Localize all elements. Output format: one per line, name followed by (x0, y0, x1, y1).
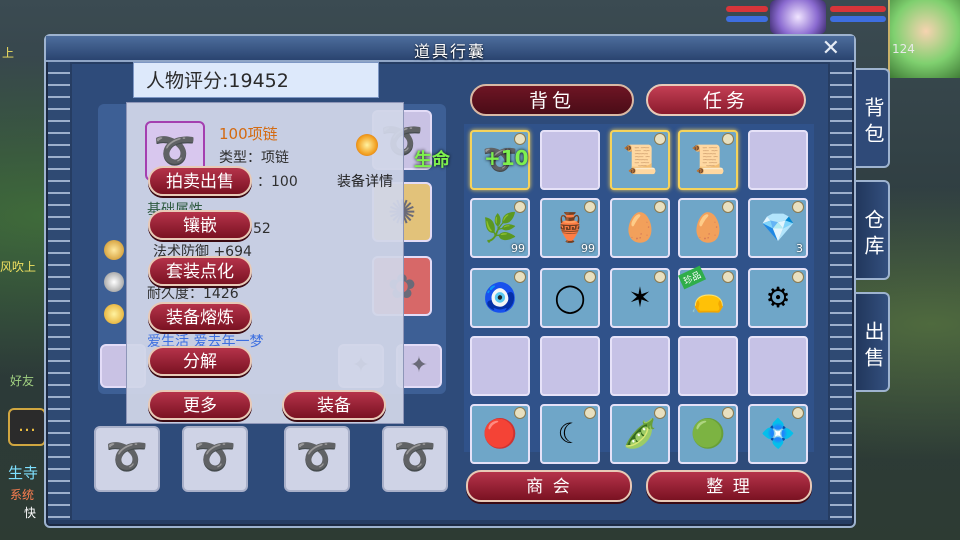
sidetab-sell[interactable]: 出售 (856, 292, 890, 392)
inventory-cell[interactable] (678, 336, 738, 396)
close-icon[interactable]: ✕ (822, 36, 840, 61)
necklace-slot[interactable]: ➰ (182, 426, 248, 492)
inventory-cell[interactable]: ⚙ (748, 268, 808, 328)
inventory-cell[interactable] (610, 336, 670, 396)
tab-bag[interactable]: 背包 (470, 84, 634, 116)
chat-icon[interactable]: … (8, 408, 46, 446)
bind-lock-icon (654, 407, 666, 419)
sort-button[interactable]: 整 理 (646, 470, 812, 502)
bind-lock-icon (654, 271, 666, 283)
inventory-cell[interactable]: ◯ (540, 268, 600, 328)
bind-lock-icon (792, 201, 804, 213)
bind-lock-icon (514, 407, 526, 419)
pet-portrait[interactable] (770, 0, 826, 34)
item-quantity: 99 (511, 242, 525, 255)
inventory-cell[interactable] (748, 130, 808, 190)
inventory-cell[interactable]: 🧿 (470, 268, 530, 328)
inventory-cell[interactable]: 🫛 (610, 404, 670, 464)
inventory-cell[interactable]: 🟢 (678, 404, 738, 464)
inventory-cell[interactable]: 💠 (748, 404, 808, 464)
bind-lock-icon (722, 407, 734, 419)
inlay-button[interactable]: 镶嵌 (148, 210, 252, 240)
bind-lock-icon (584, 407, 596, 419)
player-hp-bar (830, 6, 886, 12)
character-score: 人物评分:19452 (133, 62, 379, 98)
bind-lock-icon (722, 133, 734, 145)
smelt-button[interactable]: 装备熔炼 (148, 302, 252, 332)
bind-lock-icon (654, 201, 666, 213)
bind-lock-icon (514, 271, 526, 283)
necklace-slot[interactable]: ➰ (94, 426, 160, 492)
silver-coin-icon (104, 272, 124, 292)
inventory-cell[interactable]: 📜 (678, 130, 738, 190)
bg-text: 快 (24, 506, 37, 520)
bind-lock-icon (722, 271, 734, 283)
player-level: 124 (892, 42, 915, 56)
bg-text: 系统 (10, 488, 35, 502)
inventory-cell[interactable]: 🥚 (678, 198, 738, 258)
bg-text: 生寺 (8, 464, 39, 482)
inventory-cell[interactable]: 💎 3 (748, 198, 808, 258)
item-name: 100项链 (219, 125, 278, 143)
durability-line: 耐久度：1426 (147, 286, 239, 302)
score-label: 人物评分: (146, 70, 229, 92)
bind-lock-icon (584, 271, 596, 283)
bind-lock-icon (514, 133, 526, 145)
tab-task[interactable]: 任务 (646, 84, 806, 116)
bind-lock-icon (792, 271, 804, 283)
bind-lock-icon (792, 407, 804, 419)
inventory-cell[interactable] (748, 336, 808, 396)
shop-button[interactable]: 商 会 (466, 470, 632, 502)
inventory-grid: ➰ 📜 📜 🌿 99 🏺 99 🥚 🥚 💎 3 🧿 ◯ ✶ 👝 珍品 ⚙ 🔴 ☾ 🫛 🟢 💠 +10 (464, 124, 814, 464)
inventory-cell[interactable]: 🥚 (610, 198, 670, 258)
equip-button[interactable]: 装备 (282, 390, 386, 420)
bg-text: 好友 (10, 374, 35, 388)
window-titlebar: 道具行囊 ✕ (46, 36, 854, 62)
hp-bar (726, 6, 768, 12)
inventory-cell[interactable]: 📜 (610, 130, 670, 190)
item-detail-link[interactable]: 装备详情 (337, 171, 393, 191)
player-portrait[interactable]: 124 (888, 0, 960, 78)
necklace-slot[interactable]: ➰ (382, 426, 448, 492)
inventory-cell[interactable]: ☾ (540, 404, 600, 464)
inventory-cell[interactable]: ✶ (610, 268, 670, 328)
inventory-cell[interactable]: 🌿 99 (470, 198, 530, 258)
player-mp-bar (830, 16, 886, 22)
sidetab-warehouse[interactable]: 仓库 (856, 180, 890, 280)
necklace-slot[interactable]: ➰ (284, 426, 350, 492)
inventory-cell[interactable]: 👝 珍品 (677, 265, 738, 328)
score-value: 19452 (228, 70, 289, 92)
inventory-cell[interactable] (540, 336, 600, 396)
set-enchant-button[interactable]: 套装点化 (148, 256, 252, 286)
more-button[interactable]: 更多 (148, 390, 252, 420)
auction-button[interactable]: 拍卖出售 (148, 166, 252, 196)
item-level: ：100 (257, 174, 298, 190)
bg-text: 上 (2, 46, 15, 60)
bind-lock-icon (584, 201, 596, 213)
mp-bar (726, 16, 768, 22)
inventory-cell[interactable] (540, 130, 600, 190)
inventory-cell[interactable]: 🏺 99 (540, 198, 600, 258)
inventory-cell[interactable]: 🔴 (470, 404, 530, 464)
item-quantity: 3 (796, 242, 803, 255)
bind-lock-icon (722, 201, 734, 213)
inventory-cell[interactable] (470, 336, 530, 396)
bind-lock-icon (514, 201, 526, 213)
attr-line: 52 (253, 221, 271, 237)
enhance-level: +10 (484, 146, 529, 170)
gold-coin-icon (104, 240, 124, 260)
decompose-button[interactable]: 分解 (148, 346, 252, 376)
item-type: 类型：项链 (219, 150, 289, 166)
sun-icon (356, 134, 378, 156)
sun-icon (104, 304, 124, 324)
border-pattern-left (48, 62, 70, 520)
bind-lock-icon (654, 133, 666, 145)
item-quantity: 99 (581, 242, 595, 255)
sidetab-bag[interactable]: 背包 (856, 68, 890, 168)
life-label: 生命 (414, 150, 450, 171)
window-title: 道具行囊 (413, 42, 486, 61)
border-pattern-right (830, 62, 852, 520)
bg-text: 风吹上 (0, 260, 37, 274)
